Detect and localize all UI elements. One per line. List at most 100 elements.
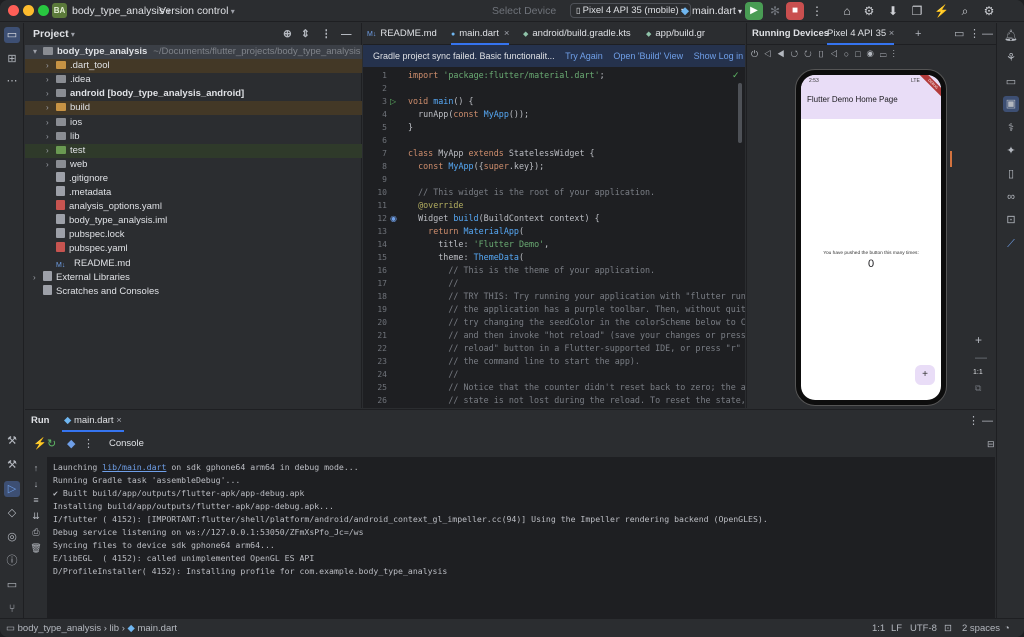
tree-item[interactable]: › lib <box>25 130 362 144</box>
options-icon[interactable]: ⋮ <box>321 23 332 45</box>
code-line[interactable]: // the application has a purple toolbar.… <box>408 303 745 316</box>
close-icon[interactable]: × <box>886 28 895 39</box>
terminal-icon[interactable]: ▭ <box>4 577 20 593</box>
chevron-down-icon[interactable]: ▾ <box>69 30 75 39</box>
rotate-right-icon[interactable]: ↻ <box>804 49 818 59</box>
tree-item[interactable]: body_type_analysis.iml <box>25 214 362 228</box>
zoom-out-icon[interactable]: — <box>975 350 987 364</box>
tree-item[interactable]: › android [body_type_analysis_android] <box>25 87 362 101</box>
tree-item[interactable]: › web <box>25 158 362 172</box>
lock-icon[interactable]: ⊡ <box>944 619 952 637</box>
project-tool-icon[interactable]: ▭ <box>4 27 20 43</box>
code-line[interactable]: // <box>408 368 458 381</box>
code-line[interactable]: // the command line to start the app). <box>408 355 640 368</box>
close-window-button[interactable] <box>8 5 19 16</box>
memory-icon[interactable]: ◔ <box>1004 619 1010 637</box>
arrow-down-icon[interactable]: ↓ <box>29 476 43 492</box>
assistant-icon[interactable]: ✦ <box>1003 143 1019 159</box>
tree-item[interactable]: analysis_options.yaml <box>25 200 362 214</box>
code-area[interactable]: 1 import 'package:flutter/material.dart';… <box>363 69 745 408</box>
code-line[interactable]: void main() { <box>408 95 474 108</box>
sdk-manager-icon[interactable]: ⬇ <box>886 3 900 19</box>
home-icon[interactable]: ○ <box>844 49 855 59</box>
more-actions-icon[interactable]: ⋮ <box>810 3 824 19</box>
rotate-left-icon[interactable]: ↺ <box>791 49 805 59</box>
debug-icon[interactable]: ✻ <box>768 3 782 19</box>
arrow-up-icon[interactable]: ↑ <box>29 460 43 476</box>
cursor-position[interactable]: 1:1 <box>872 619 885 637</box>
layout-icon[interactable]: ⊟ <box>987 434 995 454</box>
device-manager-icon[interactable]: ⌂ <box>840 3 854 19</box>
tree-item[interactable]: pubspec.yaml <box>25 242 362 256</box>
line-separator[interactable]: LF <box>891 619 902 637</box>
more-icon[interactable]: ⋮ <box>893 49 901 59</box>
profiler-icon[interactable]: ❐ <box>910 3 924 19</box>
device-dropdown[interactable]: ▯ Pixel 4 API 35 (mobile) ▾ <box>570 3 691 18</box>
volume-down-icon[interactable]: ◀ <box>777 49 790 59</box>
breadcrumb-lib[interactable]: lib <box>110 623 120 634</box>
app-quality-icon[interactable]: ◎ <box>4 529 20 545</box>
show-log-link[interactable]: Show Log in Finder <box>694 51 745 61</box>
record-icon[interactable]: ▭ <box>880 49 893 59</box>
options-icon[interactable]: ⋮ <box>83 434 94 454</box>
open-build-view-link[interactable]: Open 'Build' View <box>613 51 683 61</box>
code-line[interactable]: // and then invoke "hot reload" (save yo… <box>408 329 745 342</box>
breadcrumb-project[interactable]: body_type_analysis <box>18 623 101 634</box>
options-icon[interactable]: ⋮ <box>969 23 980 45</box>
structure-tool-icon[interactable]: ⊞ <box>4 51 20 67</box>
editor-tab[interactable]: ◆ app/build.gr <box>646 23 705 45</box>
code-line[interactable]: title: 'Flutter Demo', <box>408 238 549 251</box>
run-tool-icon[interactable]: ▷ <box>4 481 20 497</box>
problems-icon[interactable]: ⓘ <box>4 553 20 569</box>
code-line[interactable]: return MaterialApp( <box>408 225 524 238</box>
hammer-icon[interactable]: ⚒ <box>4 457 20 473</box>
indent-setting[interactable]: 2 spaces <box>962 619 1000 637</box>
gradle-icon[interactable]: ⚘ <box>1003 50 1019 66</box>
tree-item[interactable]: M↓ README.md <box>25 257 362 271</box>
code-line[interactable]: // try changing the seedColor in the col… <box>408 316 745 329</box>
code-line[interactable]: Widget build(BuildContext context) { <box>408 212 600 225</box>
run-button[interactable]: ▶ <box>745 2 763 20</box>
trash-icon[interactable]: 🗑︎ <box>29 540 43 556</box>
file-encoding[interactable]: UTF-8 <box>910 619 937 637</box>
run-tab[interactable]: ◆ main.dart × <box>62 410 124 432</box>
console-file-link[interactable]: lib/main.dart <box>102 462 166 472</box>
code-line[interactable]: const MyApp({super.key}); <box>408 160 544 173</box>
console-output[interactable]: Launching lib/main.dart on sdk gphone64 … <box>47 457 995 619</box>
console-tab[interactable]: Console <box>109 434 144 454</box>
tree-item[interactable]: .metadata <box>25 186 362 200</box>
inspector-icon[interactable]: ⚕ <box>1003 120 1019 136</box>
tree-item[interactable]: › External Libraries <box>25 270 362 285</box>
code-line[interactable]: // Notice that the counter didn't reset … <box>408 381 745 394</box>
expand-arrow-icon[interactable]: › <box>33 271 43 285</box>
increment-fab[interactable]: + <box>915 365 935 385</box>
zoom-in-icon[interactable]: + <box>975 333 982 347</box>
tree-item[interactable]: › build <box>25 101 362 116</box>
code-line[interactable]: theme: ThemeData( <box>408 251 524 264</box>
expand-arrow-icon[interactable]: › <box>46 59 56 73</box>
expand-arrow-icon[interactable]: ▾ <box>33 45 43 59</box>
hide-icon[interactable]: — <box>982 410 993 432</box>
screenshot-icon[interactable]: ◉ <box>867 49 880 59</box>
layout-inspector-icon[interactable]: ⊡ <box>1003 212 1019 228</box>
collapse-icon[interactable]: ⇕ <box>301 23 310 45</box>
tree-item[interactable]: Scratches and Consoles <box>25 284 362 299</box>
maximize-window-button[interactable] <box>38 5 49 16</box>
expand-arrow-icon[interactable]: › <box>46 116 56 130</box>
run-gutter-icon[interactable]: ▷ <box>390 95 396 108</box>
device-screen[interactable]: 2:53 LTE Flutter Demo Home Page DEBUG Yo… <box>801 75 941 400</box>
hot-reload-icon[interactable]: ⚡ <box>934 3 949 19</box>
power-icon[interactable]: ⏻ <box>751 49 764 59</box>
back-icon[interactable]: ◁ <box>831 49 844 59</box>
hide-icon[interactable]: — <box>341 23 352 45</box>
fold-icon[interactable]: ▯ <box>818 49 831 59</box>
expand-arrow-icon[interactable]: › <box>46 144 56 158</box>
code-line[interactable]: // This is the theme of your application… <box>408 264 655 277</box>
hot-reload-icon[interactable]: ⚡ <box>33 434 47 454</box>
volume-up-icon[interactable]: ◁ <box>764 49 777 59</box>
settings-icon[interactable]: ⚙ <box>982 3 996 19</box>
code-line[interactable]: class MyApp extends StatelessWidget { <box>408 147 595 160</box>
minimize-window-button[interactable] <box>23 5 34 16</box>
tree-item[interactable]: › .idea <box>25 73 362 87</box>
expand-arrow-icon[interactable]: › <box>46 158 56 172</box>
